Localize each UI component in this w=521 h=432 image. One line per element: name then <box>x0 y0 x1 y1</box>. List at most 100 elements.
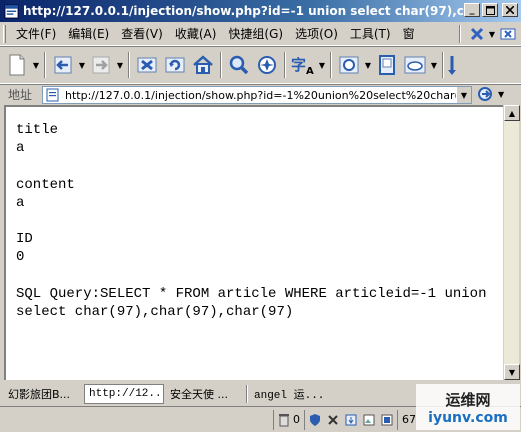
pin-icon[interactable] <box>447 54 457 76</box>
go-icon[interactable] <box>477 86 495 102</box>
field-value: a <box>16 194 25 211</box>
new-page-button[interactable] <box>3 50 31 80</box>
close-tab-dropdown-icon[interactable]: ▼ <box>489 30 495 39</box>
address-bar: 地址 http://127.0.0.1/injection/show.php?i… <box>0 84 521 104</box>
scroll-down-icon[interactable]: ▼ <box>504 364 520 380</box>
toolbar: ▼ ▼ ▼ 字 A ▼ ▼ ▼ <box>0 46 521 84</box>
svg-text:字: 字 <box>291 56 306 74</box>
menu-window[interactable]: 窗 <box>397 25 421 42</box>
menu-favorites[interactable]: 收藏(A) <box>169 25 223 42</box>
close-icon <box>506 6 514 14</box>
refresh-button[interactable] <box>161 50 189 80</box>
field-label: content <box>16 176 75 193</box>
back-button[interactable] <box>49 50 77 80</box>
forward-dropdown-icon[interactable]: ▼ <box>115 50 125 80</box>
home-icon <box>193 55 213 74</box>
ie-icon <box>339 56 359 74</box>
favorites-button[interactable] <box>253 50 281 80</box>
tab-item[interactable]: 安全天使 ... <box>166 384 244 404</box>
status-text-area <box>2 409 274 430</box>
back-icon <box>54 56 72 74</box>
toolbar-separator <box>44 52 46 78</box>
menu-separator <box>458 25 461 43</box>
tab-item-active[interactable]: http://12... <box>84 384 164 404</box>
vertical-scrollbar[interactable]: ▲ ▼ <box>503 105 520 380</box>
field-label: ID <box>16 231 33 248</box>
browser-icon <box>4 3 19 19</box>
sky-dropdown-icon[interactable]: ▼ <box>429 50 439 80</box>
watermark-top: 运维网 <box>445 390 491 409</box>
sky-button[interactable] <box>401 50 429 80</box>
close-tab-icon[interactable] <box>469 26 485 42</box>
scroll-up-icon[interactable]: ▲ <box>504 105 520 121</box>
screen-icon <box>379 55 395 75</box>
maximize-icon <box>485 5 495 15</box>
ie-dropdown-icon[interactable]: ▼ <box>363 50 373 80</box>
close-button[interactable] <box>502 3 518 17</box>
zoom-value: 67 <box>402 413 416 426</box>
toolbar-separator <box>330 52 332 78</box>
field-title: title a <box>16 121 503 157</box>
download-icon[interactable] <box>345 414 357 426</box>
sky-icon <box>404 56 426 74</box>
minimize-icon: _ <box>469 4 475 15</box>
address-url: http://127.0.0.1/injection/show.php?id=-… <box>65 88 458 102</box>
ie-button[interactable] <box>335 50 363 80</box>
menu-file[interactable]: 文件(F) <box>10 25 62 42</box>
search-icon <box>229 55 249 75</box>
toolbar-separator <box>284 52 286 78</box>
sql-line: SQL Query:SELECT * FROM article WHERE ar… <box>16 285 487 302</box>
field-content: content a <box>16 176 503 212</box>
menubar-grip[interactable] <box>3 24 6 43</box>
screen-button[interactable] <box>373 50 401 80</box>
search-button[interactable] <box>225 50 253 80</box>
page-content: title a content a ID 0 SQL Query:SELECT * F… <box>4 105 503 380</box>
settings-icon[interactable] <box>381 414 393 426</box>
go-dropdown-icon[interactable]: ▼ <box>498 90 504 99</box>
menu-bar: 文件(F) 编辑(E) 查看(V) 收藏(A) 快捷组(G) 选项(O) 工具(… <box>0 22 521 46</box>
address-dropdown-icon[interactable]: ▼ <box>456 87 471 103</box>
watermark-logo: 运维网 iyunv.com <box>416 384 520 430</box>
trash-count: 0 <box>293 413 300 426</box>
menu-shortcuts[interactable]: 快捷组(G) <box>222 25 289 42</box>
popup-block-icon[interactable] <box>327 414 339 426</box>
menu-edit[interactable]: 编辑(E) <box>62 25 115 42</box>
svg-text:A: A <box>306 66 314 77</box>
new-page-dropdown-icon[interactable]: ▼ <box>31 50 41 80</box>
address-label: 地址 <box>8 88 33 102</box>
toolbar-separator <box>220 52 222 78</box>
watermark-bottom: iyunv.com <box>428 409 508 426</box>
new-page-icon <box>9 54 25 76</box>
close-all-icon[interactable] <box>499 26 517 42</box>
stop-button[interactable] <box>133 50 161 80</box>
menu-tools[interactable]: 工具(T) <box>344 25 397 42</box>
favorites-icon <box>258 56 276 74</box>
forward-button[interactable] <box>87 50 115 80</box>
encoding-dropdown-icon[interactable]: ▼ <box>317 50 327 80</box>
encoding-icon: 字 A <box>291 56 314 77</box>
status-icons <box>305 409 398 430</box>
refresh-icon <box>165 57 185 73</box>
menu-view[interactable]: 查看(V) <box>115 25 169 42</box>
address-input[interactable]: http://127.0.0.1/injection/show.php?id=-… <box>42 86 472 104</box>
tab-item[interactable]: 幻影旅团B... <box>4 384 82 404</box>
forward-icon <box>92 56 110 74</box>
window-title: http://127.0.0.1/injection/show.php?id=-… <box>23 4 465 18</box>
trash-icon <box>279 413 289 426</box>
title-bar: http://127.0.0.1/injection/show.php?id=-… <box>0 0 521 22</box>
image-icon[interactable] <box>363 414 375 426</box>
sql-line: select char(97),char(97),char(97) <box>16 303 294 320</box>
maximize-button[interactable] <box>482 3 498 17</box>
tab-separator <box>246 385 248 403</box>
field-value: 0 <box>16 249 25 266</box>
tab-item[interactable]: angel 运... <box>250 384 322 404</box>
minimize-button[interactable]: _ <box>464 3 480 17</box>
home-button[interactable] <box>189 50 217 80</box>
status-trash[interactable]: 0 <box>274 409 305 430</box>
shield-icon[interactable] <box>309 413 321 427</box>
back-dropdown-icon[interactable]: ▼ <box>77 50 87 80</box>
page-icon <box>46 88 59 102</box>
encoding-button[interactable]: 字 A <box>289 50 317 80</box>
stop-icon <box>137 57 157 73</box>
menu-options[interactable]: 选项(O) <box>289 25 344 42</box>
